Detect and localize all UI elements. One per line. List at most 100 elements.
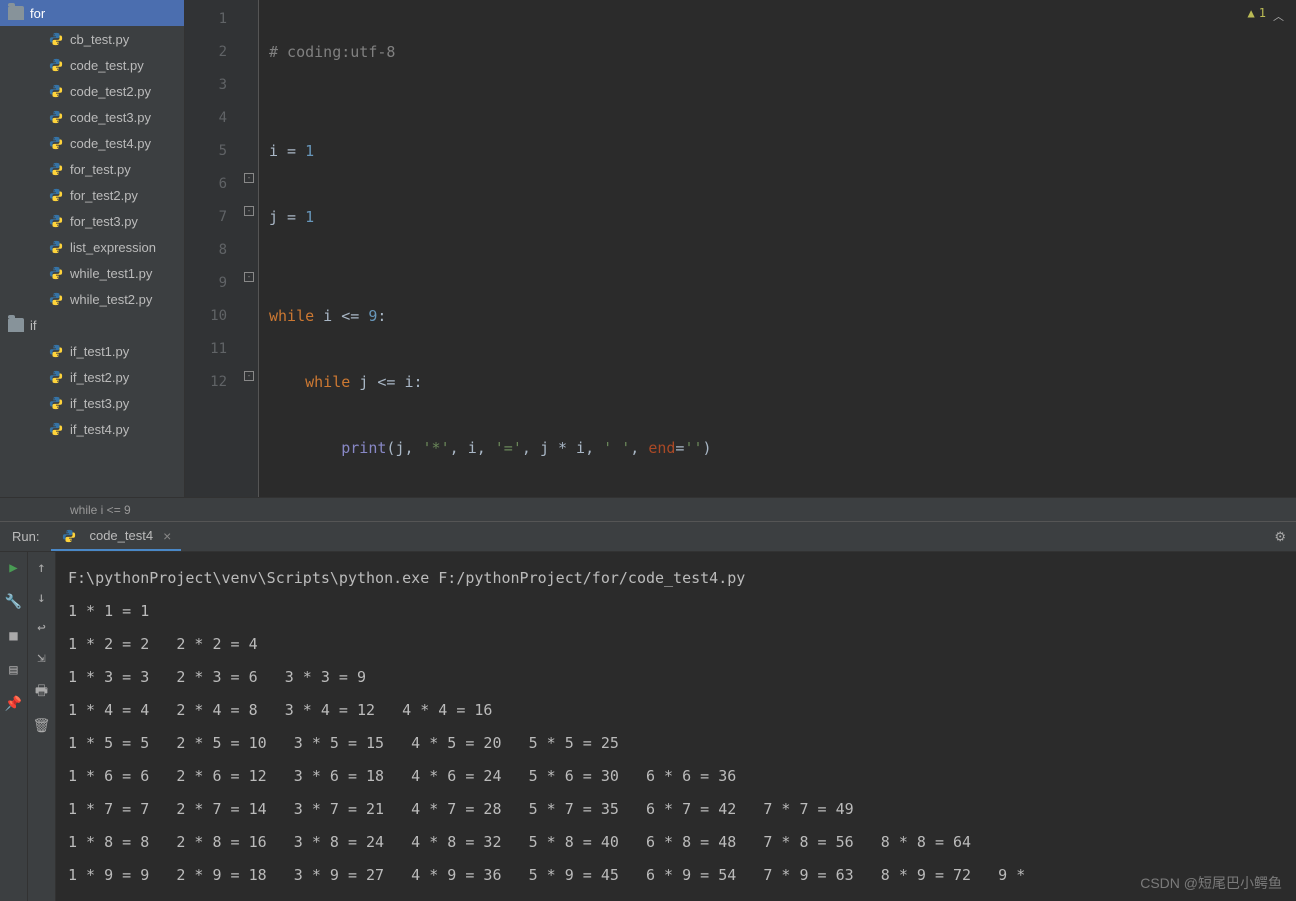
pin-icon[interactable]: 📌 [5,696,22,712]
python-icon [48,343,64,359]
code-editor[interactable]: 123456789101112 - - - - # coding:utf-8 i… [185,0,1296,497]
tree-file[interactable]: if_test4.py [0,416,184,442]
tree-file[interactable]: while_test1.py [0,260,184,286]
line-number: 7 [185,201,227,234]
run-tab[interactable]: code_test4 × [51,522,181,551]
python-icon [48,213,64,229]
breadcrumb[interactable]: while i <= 9 [0,497,1296,521]
tree-file[interactable]: for_test3.py [0,208,184,234]
scroll-end-icon[interactable]: ⇲ [37,650,45,666]
fold-marker-icon[interactable]: - [244,173,254,183]
arrow-down-icon[interactable]: ↓ [37,590,45,606]
chevron-up-icon[interactable]: ︿ [1273,8,1284,24]
wrap-icon[interactable]: ↩ [37,620,45,636]
tree-file[interactable]: code_test4.py [0,130,184,156]
tree-file-label: if_test4.py [70,422,129,437]
folder-icon [8,318,24,332]
run-toolbar-primary: ▶ 🔧 ■ ▤ 📌 [0,552,28,901]
gear-icon[interactable]: ⚙ [1274,529,1286,545]
tree-file-label: code_test.py [70,58,144,73]
python-icon [48,421,64,437]
tree-file-label: code_test3.py [70,110,151,125]
stop-icon[interactable]: ■ [9,628,17,644]
line-number: 6 [185,168,227,201]
tree-file[interactable]: code_test.py [0,52,184,78]
line-number-gutter: 123456789101112 [185,0,243,497]
python-icon [48,369,64,385]
python-icon [48,395,64,411]
wrench-icon[interactable]: 🔧 [5,594,22,610]
run-toolbar-secondary: ↑ ↓ ↩ ⇲ 🖶 🗑 [28,552,56,901]
line-number: 3 [185,69,227,102]
run-panel: Run: code_test4 × ⚙ ▶ 🔧 ■ ▤ 📌 ↑ ↓ ↩ ⇲ 🖶 … [0,521,1296,901]
python-icon [48,265,64,281]
fold-marker-icon[interactable]: - [244,371,254,381]
tree-file[interactable]: cb_test.py [0,26,184,52]
line-number: 4 [185,102,227,135]
fold-marker-icon[interactable]: - [244,206,254,216]
tree-file[interactable]: while_test2.py [0,286,184,312]
run-tab-bar: Run: code_test4 × ⚙ [0,522,1296,552]
line-number: 12 [185,366,227,399]
print-icon[interactable]: 🖶 [35,680,48,704]
python-icon [48,291,64,307]
warning-icon: ▲ [1248,6,1255,20]
tree-file-label: for_test3.py [70,214,138,229]
python-icon [48,135,64,151]
play-icon[interactable]: ▶ [9,560,17,576]
line-number: 1 [185,3,227,36]
python-icon [48,239,64,255]
tree-file-label: if_test2.py [70,370,129,385]
layout-icon[interactable]: ▤ [9,662,17,678]
tree-file-label: if_test1.py [70,344,129,359]
run-label: Run: [0,529,51,544]
tree-folder[interactable]: if [0,312,184,338]
tree-file-label: code_test4.py [70,136,151,151]
tree-file[interactable]: code_test2.py [0,78,184,104]
code-content[interactable]: # coding:utf-8 i = 1 j = 1 while i <= 9:… [259,0,1296,497]
line-number: 8 [185,234,227,267]
tree-file-label: while_test1.py [70,266,152,281]
tree-file-label: if_test3.py [70,396,129,411]
folder-icon [8,6,24,20]
line-number: 11 [185,333,227,366]
fold-marker-icon[interactable]: - [244,272,254,282]
line-number: 2 [185,36,227,69]
tree-file[interactable]: code_test3.py [0,104,184,130]
run-tab-label: code_test4 [89,528,153,543]
project-tree[interactable]: for cb_test.py code_test.py code_test2.pyco… [0,0,185,497]
tree-file-label: cb_test.py [70,32,129,47]
tree-file[interactable]: for_test2.py [0,182,184,208]
python-icon [61,528,77,544]
watermark: CSDN @短尾巴小鳄鱼 [1140,873,1282,893]
tree-file-label: list_expression [70,240,156,255]
code-comment: # coding:utf-8 [269,43,395,61]
python-icon [48,83,64,99]
python-icon [48,161,64,177]
python-icon [48,31,64,47]
python-icon [48,187,64,203]
console-output[interactable]: F:\pythonProject\venv\Scripts\python.exe… [56,552,1296,901]
tree-file-label: code_test2.py [70,84,151,99]
tree-file-label: for_test.py [70,162,131,177]
tree-file-label: for_test2.py [70,188,138,203]
inspection-badge[interactable]: ▲ 1 [1248,6,1266,20]
trash-icon[interactable]: 🗑 [33,718,51,734]
tree-file-label: while_test2.py [70,292,152,307]
line-number: 10 [185,300,227,333]
close-icon[interactable]: × [163,528,171,544]
arrow-up-icon[interactable]: ↑ [37,560,45,576]
line-number: 9 [185,267,227,300]
tree-file[interactable]: if_test3.py [0,390,184,416]
fold-gutter[interactable]: - - - - [243,0,259,497]
tree-folder-label: if [30,318,37,333]
python-icon [48,109,64,125]
tree-file[interactable]: for_test.py [0,156,184,182]
tree-folder[interactable]: for [0,0,184,26]
tree-folder-label: for [30,6,45,21]
line-number: 5 [185,135,227,168]
tree-file[interactable]: if_test2.py [0,364,184,390]
python-icon [48,57,64,73]
tree-file[interactable]: list_expression [0,234,184,260]
tree-file[interactable]: if_test1.py [0,338,184,364]
